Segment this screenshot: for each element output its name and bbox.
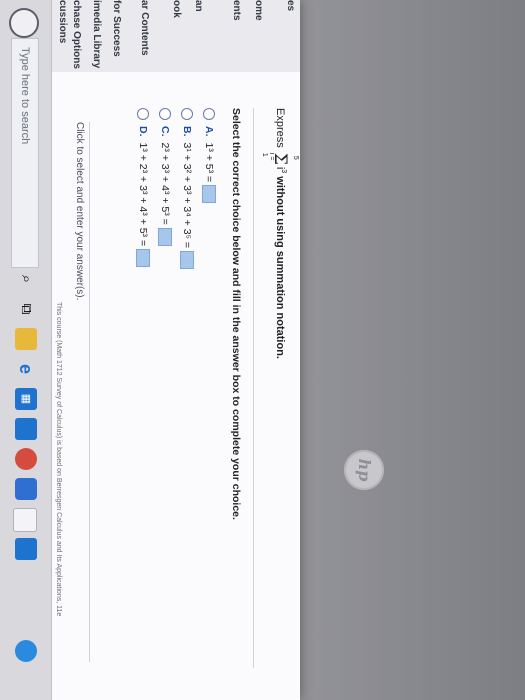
course-footer-note: This course (Math 1712 Survey of Calculu…: [55, 302, 62, 617]
question-panel: Express Σ5i = 1 i3 without using summatio…: [52, 72, 300, 700]
hp-logo-text: hp: [355, 458, 374, 482]
radio-button[interactable]: [181, 108, 193, 120]
radio-button[interactable]: [159, 108, 171, 120]
taskbar-app-icon-4[interactable]: [15, 640, 37, 662]
sidebar-item-tools-for-success[interactable]: for Success: [111, 0, 122, 57]
file-explorer-icon[interactable]: [15, 328, 37, 350]
choice-expression: 1³ + 2³ + 3³ + 4³ + 5³ =: [137, 142, 149, 247]
choice-expression: 1³ + 5³ =: [203, 142, 215, 183]
hint-text: Click to select and enter your answer(s)…: [65, 122, 90, 662]
instruction-text: Select the correct choice below and fill…: [230, 108, 242, 520]
sidebar-item-0[interactable]: es: [285, 0, 296, 11]
choice-letter: A.: [203, 126, 215, 137]
sidebar-item-assignments[interactable]: ents: [231, 0, 242, 21]
sidebar: es ome ents an ook ar Contents for Succe…: [52, 0, 300, 73]
taskbar-app-icon-2[interactable]: [13, 508, 37, 532]
screen: es ome ents an ook ar Contents for Succe…: [0, 0, 300, 700]
taskbar-search-input[interactable]: Type here to search: [11, 38, 39, 268]
question-prefix: Express: [274, 108, 287, 148]
choice-expression: 2³ + 3³ + 4³ + 5³ =: [159, 142, 171, 225]
sidebar-item-purchase-options[interactable]: chase Options: [71, 0, 82, 69]
sidebar-item-home[interactable]: ome: [253, 0, 264, 21]
choice-d[interactable]: D. 1³ + 2³ + 3³ + 4³ + 5³ =: [136, 108, 150, 268]
windows-start-icon[interactable]: [9, 8, 39, 38]
summation-symbol: Σ5i = 1: [261, 152, 299, 165]
sidebar-item-gradebook[interactable]: ook: [171, 0, 182, 18]
answer-box[interactable]: [202, 185, 216, 204]
store-icon[interactable]: ▦: [15, 388, 37, 410]
taskbar: Type here to search ⌕ ⧉ e ▦: [0, 0, 52, 700]
choice-c[interactable]: C. 2³ + 3³ + 4³ + 5³ =: [158, 108, 172, 246]
question-suffix: without using summation notation.: [274, 176, 287, 359]
task-view-icon[interactable]: ⧉: [15, 298, 37, 320]
sidebar-item-chapter-contents[interactable]: ar Contents: [139, 0, 150, 56]
divider: [253, 108, 254, 668]
search-icon[interactable]: ⌕: [15, 268, 37, 290]
radio-button[interactable]: [203, 108, 215, 120]
summation-term-exponent: 3: [279, 169, 287, 174]
choice-letter: C.: [159, 126, 171, 137]
taskbar-app-icon-3[interactable]: [15, 538, 37, 560]
choice-letter: D.: [137, 126, 149, 137]
choice-b[interactable]: B. 3¹ + 3² + 3³ + 3⁴ + 3⁵ =: [180, 108, 194, 269]
choice-a[interactable]: A. 1³ + 5³ =: [202, 108, 216, 204]
chrome-icon[interactable]: [15, 448, 37, 470]
search-placeholder: Type here to search: [19, 47, 31, 145]
sidebar-item-multimedia-library[interactable]: imedia Library: [91, 0, 102, 68]
choice-letter: B.: [181, 126, 193, 137]
choice-expression: 3¹ + 3² + 3³ + 3⁴ + 3⁵ =: [181, 142, 193, 248]
question-text: Express Σ5i = 1 i3 without using summatio…: [261, 108, 299, 359]
hp-logo: hp: [344, 450, 384, 490]
sigma-upper: 5: [292, 155, 299, 160]
sidebar-item-study-plan[interactable]: an: [193, 0, 204, 12]
mail-icon[interactable]: [15, 418, 37, 440]
sidebar-item-discussions[interactable]: cussions: [57, 0, 68, 43]
answer-box[interactable]: [136, 249, 150, 268]
answer-box[interactable]: [180, 250, 194, 269]
edge-icon[interactable]: e: [15, 358, 37, 380]
radio-button[interactable]: [137, 108, 149, 120]
sigma-lower: i = 1: [261, 152, 275, 161]
answer-box[interactable]: [158, 227, 172, 246]
taskbar-app-icon[interactable]: [15, 478, 37, 500]
